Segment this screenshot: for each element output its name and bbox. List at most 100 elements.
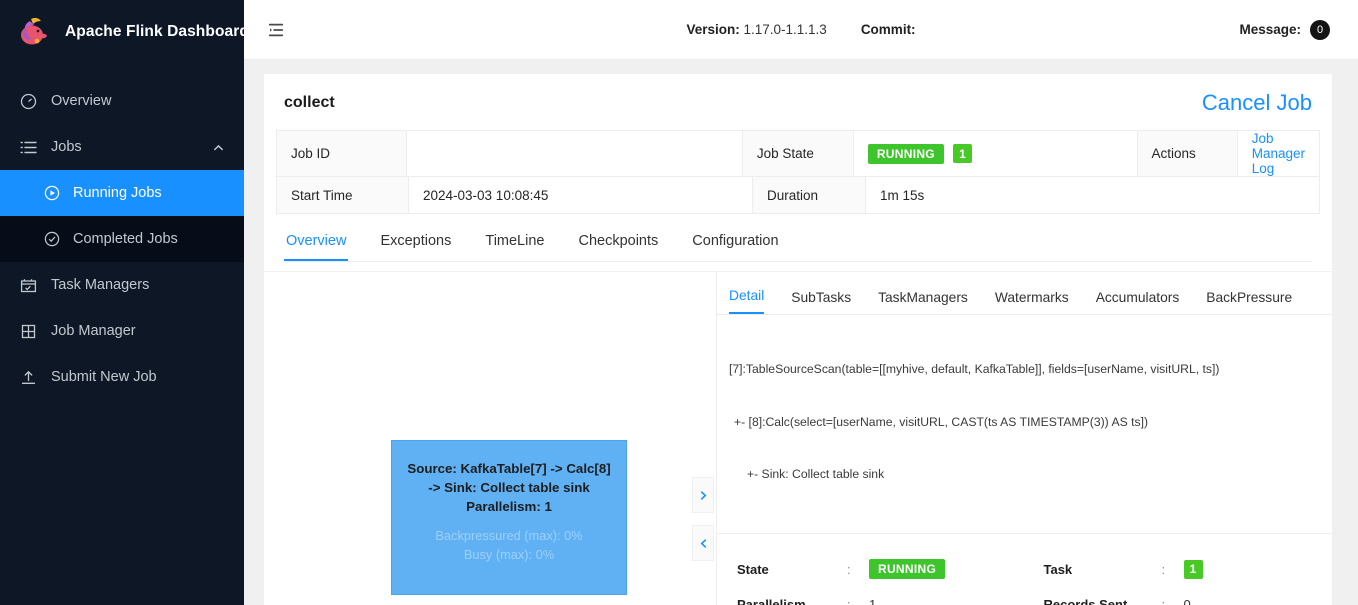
menu-fold-icon[interactable] bbox=[262, 16, 290, 44]
job-state-value: RUNNING 1 bbox=[852, 131, 1137, 176]
task-count-badge: 1 bbox=[1183, 559, 1203, 579]
sidebar-item-submit-new-job[interactable]: Submit New Job bbox=[0, 354, 244, 400]
sidebar-item-label: Completed Jobs bbox=[73, 231, 178, 247]
graph-node-title-line1: Source: KafkaTable[7] -> Calc[8] bbox=[407, 461, 611, 476]
sidebar-item-label: Jobs bbox=[51, 139, 82, 155]
job-id-label: Job ID bbox=[277, 131, 406, 176]
brand-title: Apache Flink Dashboard bbox=[65, 23, 249, 40]
job-graph-node[interactable]: Source: KafkaTable[7] -> Calc[8] -> Sink… bbox=[391, 440, 627, 595]
sidebar-item-completed-jobs[interactable]: Completed Jobs bbox=[0, 216, 244, 262]
field-separator: : bbox=[847, 561, 851, 577]
job-card: collect Cancel Job Job ID Job State RUNN… bbox=[264, 74, 1332, 605]
detail-pane: Detail SubTasks TaskManagers Watermarks … bbox=[716, 272, 1332, 605]
sidebar-submenu-jobs: Running Jobs Completed Jobs bbox=[0, 170, 244, 262]
detail-fields-right: Task : 1 Records Sent : 0 bbox=[1026, 552, 1333, 605]
main-area: Version: 1.17.0-1.1.1.3 Commit: Message:… bbox=[244, 0, 1358, 605]
field-state: State : RUNNING bbox=[737, 552, 1026, 587]
tab-taskmanagers[interactable]: TaskManagers bbox=[878, 290, 968, 314]
play-circle-icon bbox=[44, 185, 60, 201]
detail-fields: State : RUNNING Parallelism : 1 Task: 1… bbox=[717, 534, 1332, 605]
sidebar-item-task-managers[interactable]: Task Managers bbox=[0, 262, 244, 308]
sidebar-item-label: Task Managers bbox=[51, 277, 150, 293]
graph-node-backpressured: Backpressured (max): 0% bbox=[435, 528, 583, 543]
sidebar-item-label: Overview bbox=[51, 93, 112, 109]
job-graph-pane[interactable]: Source: KafkaTable[7] -> Calc[8] -> Sink… bbox=[264, 272, 692, 605]
chevron-up-icon bbox=[213, 142, 224, 153]
field-records-sent: Records Sent : 0 bbox=[1044, 587, 1333, 605]
field-separator: : bbox=[1161, 561, 1166, 577]
field-separator: : bbox=[847, 596, 851, 605]
job-task-count-badge: 1 bbox=[952, 144, 972, 163]
commit-label: Commit: bbox=[860, 22, 916, 37]
version-label: Version: bbox=[686, 22, 740, 37]
field-value: 0 bbox=[1183, 596, 1191, 605]
commit-info: Commit: bbox=[861, 22, 916, 37]
message-label: Message: bbox=[1239, 22, 1301, 37]
upload-icon bbox=[20, 369, 37, 386]
sidebar-item-job-manager[interactable]: Job Manager bbox=[0, 308, 244, 354]
field-label: State bbox=[737, 561, 769, 577]
job-manager-log-link[interactable]: Job Manager Log bbox=[1252, 131, 1305, 176]
sidebar-nav: Overview Jobs Running Jobs Completed Job… bbox=[0, 78, 244, 400]
version-value: 1.17.0-1.1.1.3 bbox=[743, 22, 827, 37]
job-id-value bbox=[405, 131, 742, 176]
tab-detail[interactable]: Detail bbox=[729, 288, 765, 314]
tab-subtasks[interactable]: SubTasks bbox=[791, 290, 851, 314]
job-tabs: Overview Exceptions TimeLine Checkpoints… bbox=[284, 233, 1312, 262]
plan-line-3: +- Sink: Collect table sink bbox=[747, 467, 885, 481]
ellipsis-icon[interactable]: ··· bbox=[1319, 288, 1332, 314]
expand-pane-button[interactable] bbox=[692, 477, 714, 513]
sidebar-item-label: Running Jobs bbox=[73, 185, 162, 201]
sidebar: Apache Flink Dashboard Overview Jobs Run… bbox=[0, 0, 249, 605]
status-badge: RUNNING bbox=[869, 559, 946, 579]
sidebar-item-label: Job Manager bbox=[51, 323, 136, 339]
field-label: Records Sent bbox=[1043, 596, 1128, 605]
job-manager-icon bbox=[20, 323, 37, 340]
start-time-value: 2024-03-03 10:08:45 bbox=[408, 177, 752, 213]
plan-line-2: +- [8]:Calc(select=[userName, visitURL, … bbox=[734, 414, 1149, 429]
job-split-view: Source: KafkaTable[7] -> Calc[8] -> Sink… bbox=[264, 271, 1332, 605]
job-state-label: Job State bbox=[741, 131, 853, 176]
tab-overview[interactable]: Overview bbox=[284, 233, 349, 261]
brand: Apache Flink Dashboard bbox=[0, 0, 249, 64]
field-label: Parallelism bbox=[737, 596, 806, 605]
collapse-pane-button[interactable] bbox=[692, 525, 714, 561]
graph-node-busy: Busy (max): 0% bbox=[463, 547, 555, 562]
tab-timeline[interactable]: TimeLine bbox=[483, 233, 546, 261]
sidebar-item-jobs[interactable]: Jobs bbox=[0, 124, 244, 170]
message-count-badge[interactable]: 0 bbox=[1310, 19, 1330, 40]
tab-watermarks[interactable]: Watermarks bbox=[995, 290, 1069, 314]
sidebar-item-overview[interactable]: Overview bbox=[0, 78, 244, 124]
table-row: Start Time 2024-03-03 10:08:45 Duration … bbox=[277, 177, 1319, 214]
field-label: Task bbox=[1043, 561, 1073, 577]
duration-value: 1m 15s bbox=[865, 177, 1319, 213]
job-info-table: Job ID Job State RUNNING 1 Actions Job M… bbox=[276, 130, 1320, 214]
graph-node-title-line2: -> Sink: Collect table sink bbox=[428, 480, 590, 495]
cancel-job-button[interactable]: Cancel Job bbox=[1202, 90, 1312, 116]
actions-value: Job Manager Log bbox=[1236, 131, 1319, 176]
table-row: Job ID Job State RUNNING 1 Actions Job M… bbox=[277, 131, 1319, 177]
duration-label: Duration bbox=[752, 177, 865, 213]
tab-checkpoints[interactable]: Checkpoints bbox=[576, 233, 660, 261]
pane-toggle-group bbox=[692, 272, 716, 605]
execution-plan-text: [7]:TableSourceScan(table=[[myhive, defa… bbox=[717, 315, 1332, 534]
field-separator: : bbox=[1161, 596, 1166, 605]
flink-squirrel-logo bbox=[18, 15, 52, 49]
field-parallelism: Parallelism : 1 bbox=[737, 587, 1026, 605]
task-managers-icon bbox=[20, 277, 37, 294]
job-header: collect Cancel Job bbox=[264, 74, 1332, 126]
topbar: Version: 1.17.0-1.1.1.3 Commit: Message:… bbox=[244, 0, 1358, 60]
tab-accumulators[interactable]: Accumulators bbox=[1096, 290, 1180, 314]
topbar-meta: Version: 1.17.0-1.1.1.3 Commit: bbox=[244, 22, 1358, 37]
plan-line-1: [7]:TableSourceScan(table=[[myhive, defa… bbox=[729, 362, 1220, 376]
sidebar-item-label: Submit New Job bbox=[51, 369, 157, 385]
tab-exceptions[interactable]: Exceptions bbox=[378, 233, 453, 261]
tab-configuration[interactable]: Configuration bbox=[690, 233, 780, 261]
field-value: 1 bbox=[869, 596, 877, 605]
check-circle-icon bbox=[44, 231, 60, 247]
sidebar-item-running-jobs[interactable]: Running Jobs bbox=[0, 170, 244, 216]
graph-node-parallelism: Parallelism: 1 bbox=[466, 499, 552, 514]
page-title: collect bbox=[284, 94, 335, 111]
tab-backpressure[interactable]: BackPressure bbox=[1206, 290, 1292, 314]
version-info: Version: 1.17.0-1.1.1.3 bbox=[686, 22, 826, 37]
